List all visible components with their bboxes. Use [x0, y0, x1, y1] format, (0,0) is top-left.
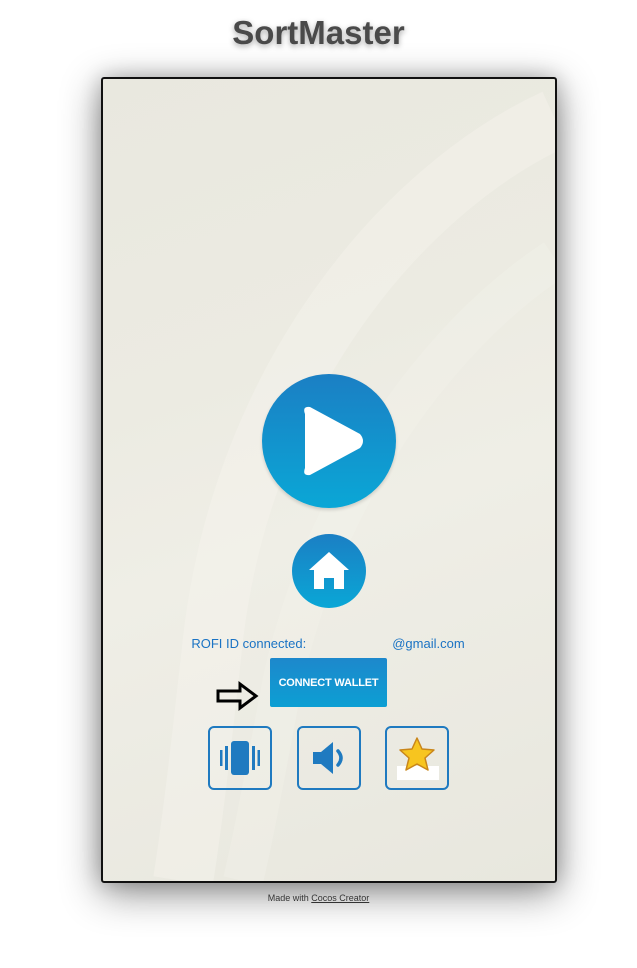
vibration-icon — [220, 741, 260, 775]
game-canvas[interactable]: ROFI ID connected: @gmail.com CONNECT WAL… — [101, 77, 557, 883]
rofi-email-domain: @gmail.com — [392, 636, 465, 651]
home-icon — [309, 552, 349, 589]
cocos-creator-link[interactable]: Cocos Creator — [311, 893, 369, 903]
play-button[interactable] — [262, 374, 396, 508]
footer: Made with Cocos Creator — [0, 893, 637, 903]
star-icon — [397, 737, 439, 780]
play-icon — [304, 406, 363, 476]
connect-wallet-button[interactable]: CONNECT WALLET — [270, 658, 387, 707]
footer-text: Made with — [267, 893, 309, 903]
rofi-status: ROFI ID connected: @gmail.com — [103, 636, 553, 651]
vibration-button[interactable] — [208, 726, 272, 790]
home-button[interactable] — [292, 534, 366, 608]
rofi-label: ROFI ID connected: — [191, 636, 307, 651]
game-title: SortMaster — [232, 14, 405, 51]
rate-button[interactable] — [385, 726, 449, 790]
speaker-icon — [313, 742, 343, 774]
sound-button[interactable] — [297, 726, 361, 790]
arrow-right-icon — [216, 681, 259, 711]
